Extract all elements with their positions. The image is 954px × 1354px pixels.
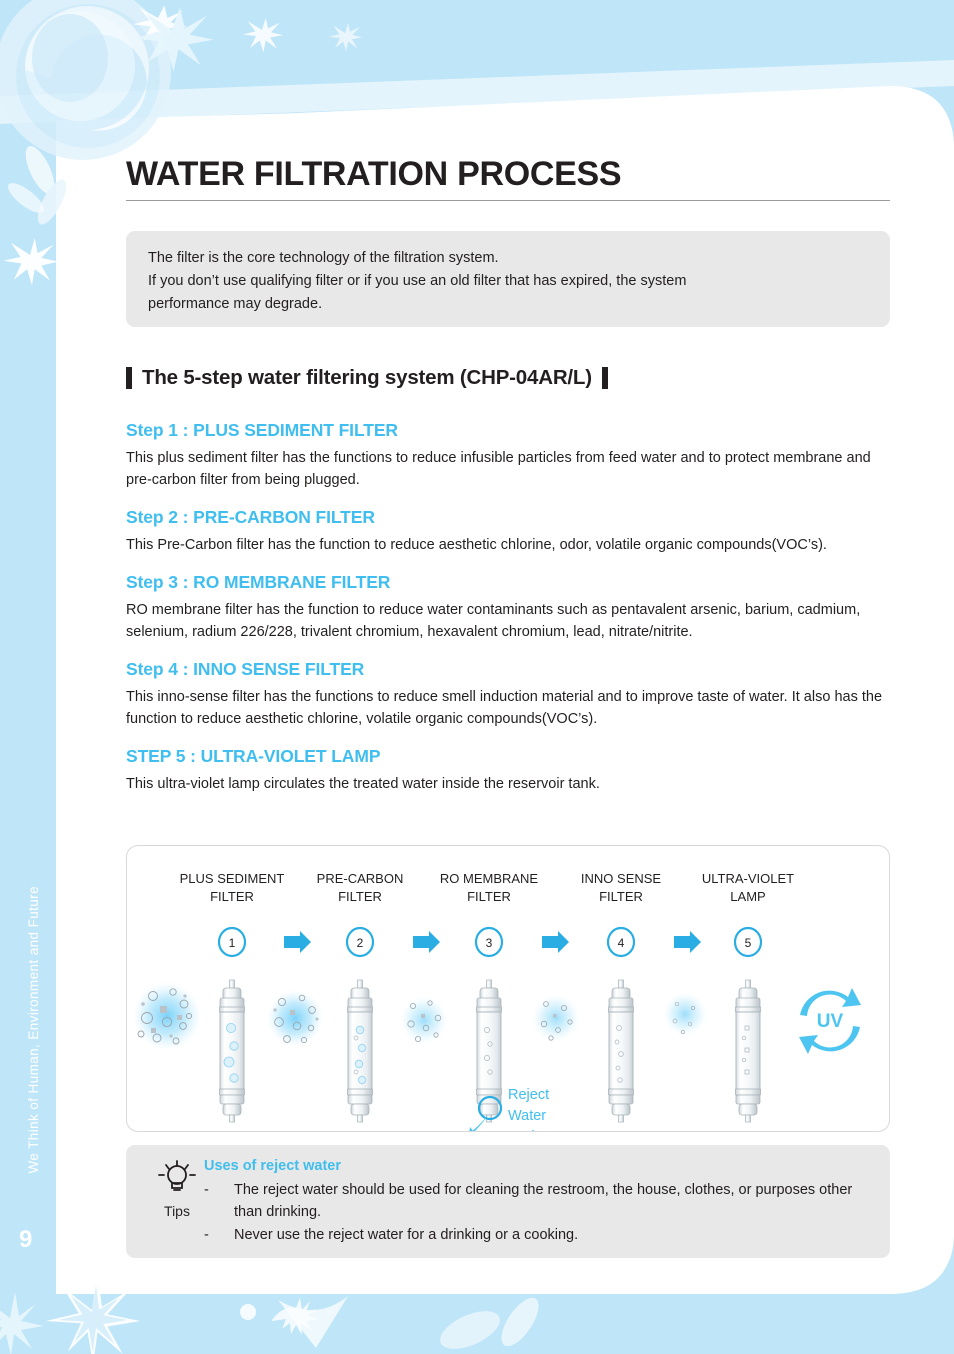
flow-arrow-2 — [413, 931, 440, 953]
stage-number-2: 2 — [357, 936, 364, 950]
stage-label-3-line2: FILTER — [467, 889, 511, 904]
step-body-1: This plus sediment filter has the functi… — [126, 450, 871, 488]
step-block-2: Step 2 : PRE-CARBON FILTER This Pre-Carb… — [126, 507, 890, 556]
page-title: WATER FILTRATION PROCESS — [126, 155, 622, 193]
flow-arrow-3 — [542, 931, 569, 953]
tips-dash-1: - — [204, 1182, 209, 1198]
left-sidebar: We Think of Human, Environment and Futur… — [0, 0, 56, 1354]
sidebar-tagline: We Think of Human, Environment and Futur… — [26, 886, 41, 1174]
tips-icon-label: Tips — [164, 1203, 190, 1219]
filtration-diagram: PLUS SEDIMENT FILTER PRE-CARBON FILTER R… — [126, 845, 890, 1132]
bar-marker-left-icon — [126, 367, 132, 389]
stage-label-3-line1: RO MEMBRANE — [440, 871, 539, 886]
step-heading-1: Step 1 : PLUS SEDIMENT FILTER — [126, 420, 398, 440]
stage-number-5: 5 — [745, 936, 752, 950]
step-body-4: This inno-sense filter has the functions… — [126, 689, 883, 727]
step-heading-3: Step 3 : RO MEMBRANE FILTER — [126, 572, 391, 592]
stage-label-1-line2: FILTER — [210, 889, 254, 904]
step-heading-5: STEP 5 : ULTRA-VIOLET LAMP — [126, 746, 381, 766]
stage-label-5-line2: LAMP — [730, 889, 765, 904]
step-block-4: Step 4 : INNO SENSE FILTER This inno-sen… — [126, 659, 890, 730]
stage-number-1: 1 — [229, 936, 236, 950]
tips-icon-group: Tips — [146, 1157, 208, 1219]
stage-label-2-line1: PRE-CARBON — [317, 871, 404, 886]
intro-line-2: If you don’t use qualifying filter or if… — [148, 273, 687, 289]
section-heading: The 5-step water filtering system (CHP-0… — [126, 366, 608, 390]
step-block-1: Step 1 : PLUS SEDIMENT FILTER This plus … — [126, 420, 890, 491]
particle-cloud-inlet — [133, 982, 201, 1050]
uv-label: UV — [817, 1011, 844, 1032]
title-divider — [126, 200, 890, 201]
uv-cycle-icon: UV — [799, 988, 861, 1054]
stage-number-4: 4 — [618, 936, 625, 950]
filter-cartridge-1 — [219, 979, 245, 1123]
tips-text-1: The reject water should be used for clea… — [234, 1182, 853, 1220]
tips-text-2: Never use the reject water for a drinkin… — [234, 1227, 579, 1243]
particle-cloud-4 — [532, 994, 580, 1042]
step-block-5: STEP 5 : ULTRA-VIOLET LAMP This ultra-vi… — [126, 746, 890, 795]
intro-line-3: performance may degrade. — [148, 296, 323, 312]
tips-item-1: - The reject water should be used for cl… — [204, 1179, 872, 1223]
reject-outlet-line3: Outlet — [508, 1129, 547, 1131]
lightbulb-icon — [158, 1160, 196, 1191]
tips-content: Uses of reject water - The reject water … — [204, 1158, 872, 1247]
step-body-2: This Pre-Carbon filter has the function … — [126, 537, 827, 553]
filter-cartridge-5 — [735, 979, 761, 1123]
flow-arrow-4 — [674, 931, 701, 953]
step-heading-4: Step 4 : INNO SENSE FILTER — [126, 659, 365, 679]
stage-label-5-line1: ULTRA-VIOLET — [702, 871, 794, 886]
page-number: 9 — [19, 1226, 33, 1253]
tips-title: Uses of reject water — [204, 1158, 342, 1174]
stage-label-1-line1: PLUS SEDIMENT — [180, 871, 285, 886]
step-block-3: Step 3 : RO MEMBRANE FILTER RO membrane … — [126, 572, 890, 643]
bar-marker-right-icon — [601, 367, 608, 389]
particle-cloud-5 — [663, 992, 707, 1036]
reject-outlet-line2: Water — [508, 1108, 546, 1124]
stage-label-4-line2: FILTER — [599, 889, 643, 904]
stage-label-4-line1: INNO SENSE — [581, 871, 662, 886]
particle-cloud-3 — [400, 996, 448, 1044]
stage-label-2-line2: FILTER — [338, 889, 382, 904]
flow-arrow-1 — [284, 931, 311, 953]
stage-number-3: 3 — [486, 936, 493, 950]
section-heading-text: The 5-step water filtering system (CHP-0… — [142, 366, 592, 389]
particle-cloud-2 — [267, 990, 323, 1046]
intro-callout: The filter is the core technology of the… — [126, 231, 890, 327]
filter-cartridge-4 — [608, 979, 634, 1123]
steps-list: Step 1 : PLUS SEDIMENT FILTER This plus … — [126, 420, 890, 795]
tips-item-2: - Never use the reject water for a drink… — [204, 1224, 872, 1246]
step-heading-2: Step 2 : PRE-CARBON FILTER — [126, 507, 375, 527]
intro-line-1: The filter is the core technology of the… — [148, 250, 499, 266]
tips-dash-2: - — [204, 1227, 209, 1243]
tips-callout: Tips Uses of reject water - The reject w… — [126, 1145, 890, 1258]
step-body-3: RO membrane filter has the function to r… — [126, 602, 861, 640]
filter-cartridge-2 — [347, 979, 373, 1123]
step-body-5: This ultra-violet lamp circulates the tr… — [126, 776, 600, 792]
reject-outlet-line1: Reject — [508, 1087, 549, 1103]
